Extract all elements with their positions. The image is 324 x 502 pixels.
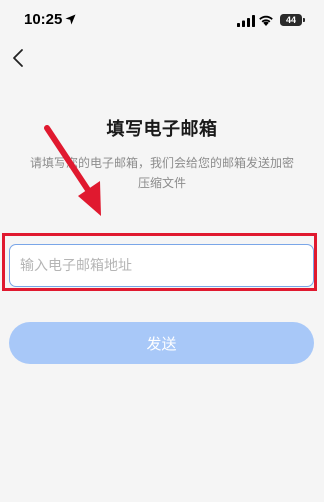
battery-level: 44	[285, 15, 296, 25]
location-arrow-icon	[65, 14, 76, 25]
chevron-left-icon	[13, 49, 23, 67]
subtitle-line-1: 请填写您的电子邮箱，我们会给您的邮箱发送加密	[29, 156, 294, 170]
status-time: 10:25	[24, 11, 63, 28]
cellular-signal-icon	[237, 15, 255, 27]
wifi-icon	[259, 15, 273, 26]
status-bar: 10:25 44	[0, 0, 324, 44]
email-input[interactable]	[9, 244, 314, 287]
page-title: 填写电子邮箱	[106, 119, 218, 140]
subtitle-line-2: 压缩文件	[137, 176, 186, 190]
page-subtitle: 请填写您的电子邮箱，我们会给您的邮箱发送加密 压缩文件	[24, 153, 300, 193]
battery-icon: 44	[280, 14, 302, 26]
back-button[interactable]	[6, 44, 30, 72]
send-button[interactable]: 发送	[9, 322, 314, 364]
battery-cap	[303, 18, 305, 22]
